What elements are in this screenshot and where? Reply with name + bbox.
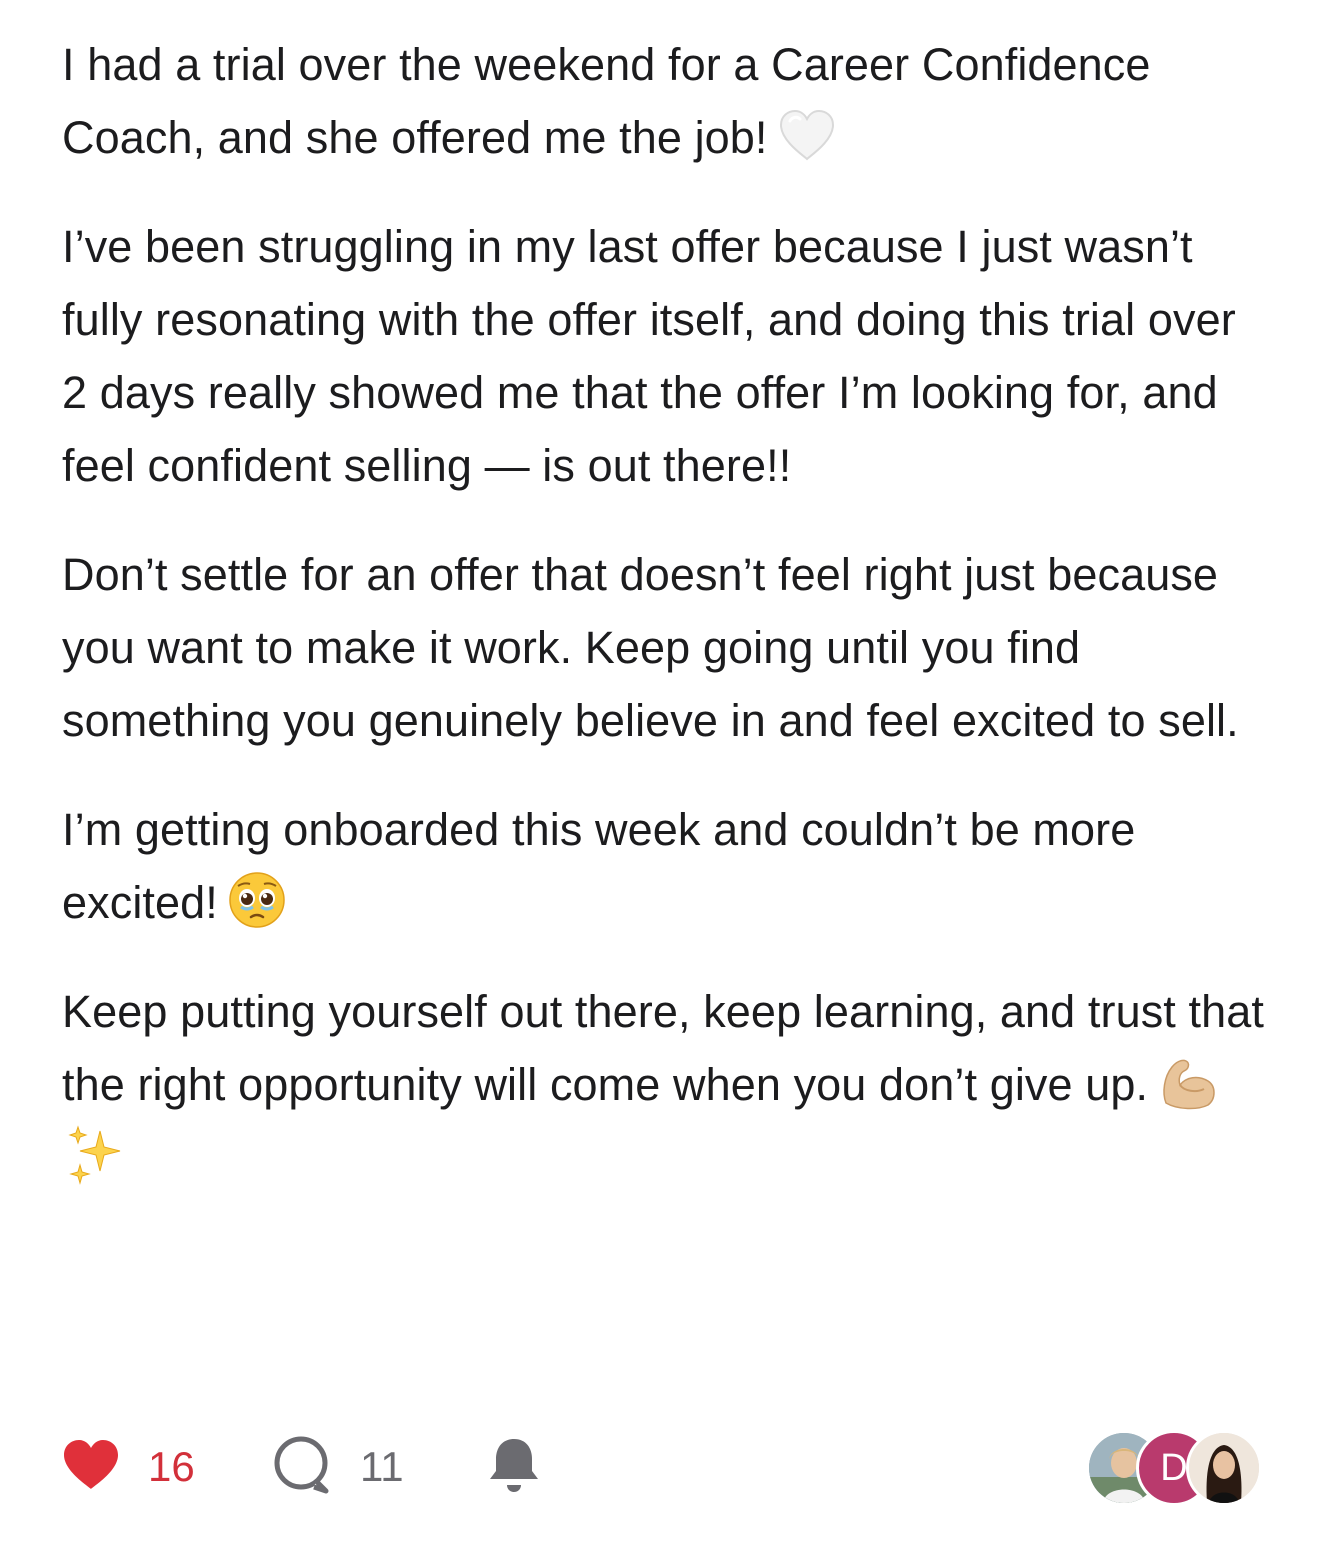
post-paragraph: Keep putting yourself out there, keep le… [62,975,1272,1194]
white-heart-icon [778,109,836,161]
like-count: 16 [148,1443,195,1490]
paragraph-text: Keep putting yourself out there, keep le… [62,986,1264,1110]
paragraph-text: I had a trial over the weekend for a Car… [62,39,1151,163]
post-footer: 16 11 D [0,1426,1320,1506]
post-paragraph: I had a trial over the weekend for a Car… [62,28,1272,174]
avatar-initial: D [1160,1446,1188,1489]
notification-bell-button[interactable] [486,1432,542,1502]
bell-icon [486,1435,542,1500]
pleading-face-icon [228,871,286,929]
post-paragraph: Don’t settle for an offer that doesn’t f… [62,538,1272,757]
post-paragraph: I’ve been struggling in my last offer be… [62,210,1272,502]
paragraph-text: I’ve been struggling in my last offer be… [62,221,1236,491]
participant-avatars[interactable]: D [1086,1430,1266,1506]
like-button[interactable]: 16 [62,1432,195,1502]
flexed-biceps-icon [1158,1053,1220,1111]
paragraph-text: I’m getting onboarded this week and coul… [62,804,1136,928]
heart-icon [62,1439,120,1496]
paragraph-text: Don’t settle for an offer that doesn’t f… [62,549,1239,746]
comment-count: 11 [360,1443,404,1490]
comment-bubble-icon [272,1435,332,1500]
post-body: I had a trial over the weekend for a Car… [62,28,1272,1230]
comment-button[interactable]: 11 [272,1432,404,1502]
post-paragraph: I’m getting onboarded this week and coul… [62,793,1272,939]
sparkles-icon [66,1125,124,1185]
avatar[interactable] [1186,1430,1262,1506]
